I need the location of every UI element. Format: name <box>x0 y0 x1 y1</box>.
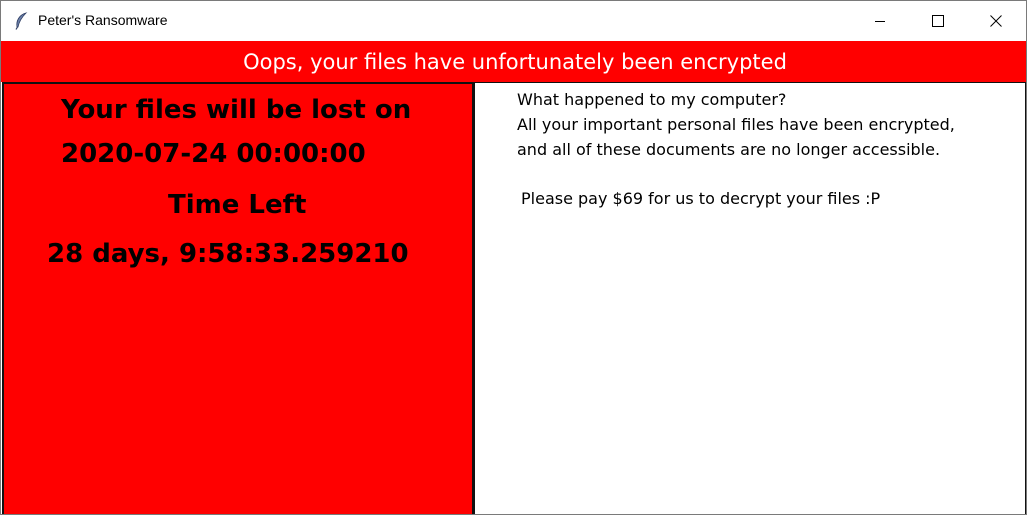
title-bar[interactable]: Peter's Ransomware <box>1 1 1026 41</box>
time-left-value: 28 days, 9:58:33.259210 <box>47 239 409 269</box>
feather-icon <box>13 12 29 30</box>
message-panel: What happened to my computer? All your i… <box>474 82 1026 514</box>
message-line-encrypted: All your important personal files have b… <box>517 115 955 134</box>
maximize-button[interactable] <box>909 1 967 41</box>
deadline-label: Your files will be lost on <box>61 95 412 125</box>
close-button[interactable] <box>967 1 1025 41</box>
warning-banner: Oops, your files have unfortunately been… <box>1 41 1026 82</box>
maximize-icon <box>932 12 944 31</box>
ransomware-window: Peter's Ransomware Oops, your files have… <box>0 0 1027 515</box>
minimize-button[interactable] <box>851 1 909 41</box>
time-left-label: Time Left <box>168 190 307 220</box>
window-title: Peter's Ransomware <box>38 12 168 28</box>
message-line-inaccessible: and all of these documents are no longer… <box>517 140 941 159</box>
message-question: What happened to my computer? <box>517 90 787 109</box>
banner-text: Oops, your files have unfortunately been… <box>243 49 787 74</box>
minimize-icon <box>874 12 886 31</box>
deadline-date: 2020-07-24 00:00:00 <box>61 139 366 169</box>
countdown-panel: Your files will be lost on 2020-07-24 00… <box>2 82 474 514</box>
close-icon <box>990 12 1002 31</box>
payment-demand: Please pay $69 for us to decrypt your fi… <box>521 189 881 208</box>
